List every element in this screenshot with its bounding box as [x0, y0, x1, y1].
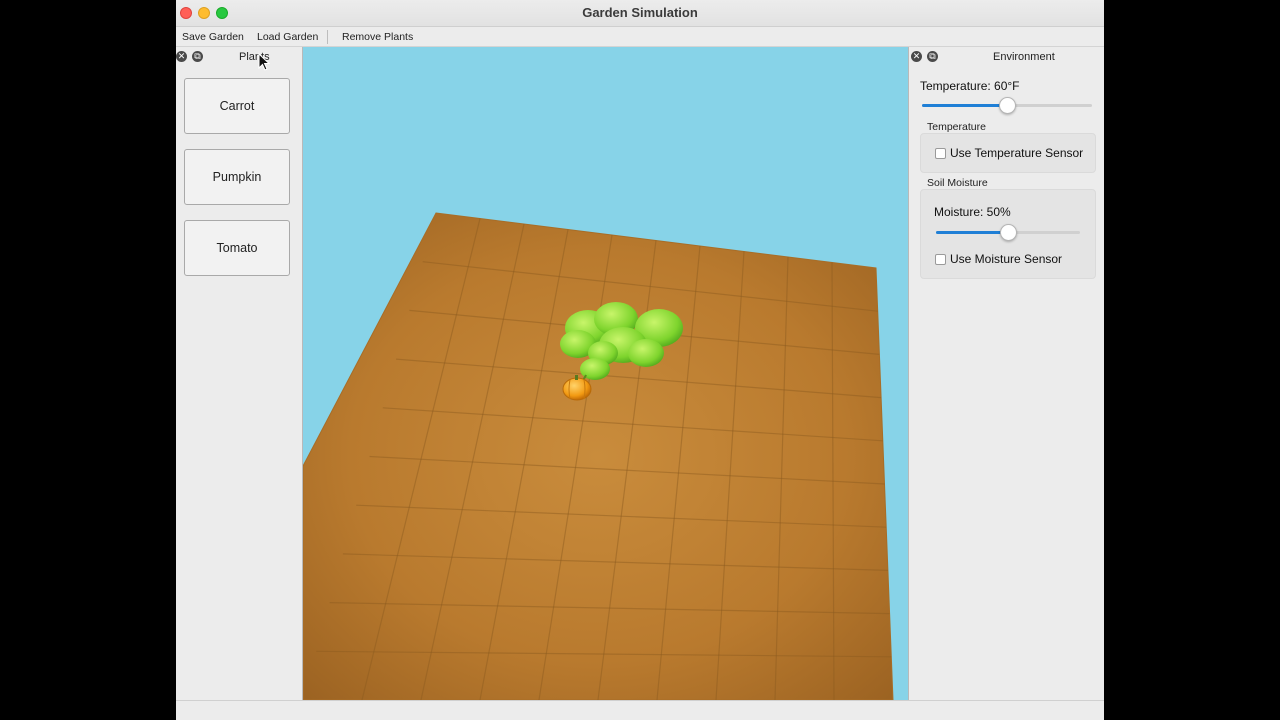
- mouse-cursor-icon: [258, 53, 270, 71]
- temperature-label: Temperature: 60°F: [920, 79, 1020, 93]
- garden-3d-view[interactable]: [303, 47, 908, 700]
- app-window: Garden Simulation Save Garden Load Garde…: [176, 0, 1104, 720]
- environment-panel-title: Environment: [993, 51, 1055, 63]
- plants-panel: ✕ ⧉ Plants Carrot Pumpkin Tomato: [176, 47, 303, 700]
- status-bar: [176, 700, 1104, 720]
- garden-scene-svg: [303, 212, 894, 700]
- tomato-button[interactable]: Tomato: [184, 220, 290, 276]
- environment-panel-header: ✕ ⧉ Environment: [909, 47, 1104, 67]
- soil-moisture-group: Moisture: 50% Use Moisture Sensor: [920, 189, 1096, 279]
- soil-moisture-group-title: Soil Moisture: [927, 177, 988, 189]
- temperature-slider-fill: [922, 104, 1007, 107]
- pumpkin-button[interactable]: Pumpkin: [184, 149, 290, 205]
- temperature-slider-knob[interactable]: [999, 97, 1016, 114]
- soil-ground: [303, 212, 894, 700]
- close-icon[interactable]: ✕: [911, 51, 922, 62]
- temperature-group: Use Temperature Sensor: [920, 133, 1096, 173]
- close-icon[interactable]: ✕: [176, 51, 187, 62]
- use-moisture-sensor-label[interactable]: Use Moisture Sensor: [950, 252, 1062, 266]
- moisture-label: Moisture: 50%: [934, 205, 1011, 219]
- toolbar: Save Garden Load Garden Remove Plants: [176, 27, 1104, 47]
- moisture-slider[interactable]: [936, 224, 1080, 241]
- carrot-button[interactable]: Carrot: [184, 78, 290, 134]
- remove-plants-button[interactable]: Remove Plants: [342, 31, 413, 43]
- load-garden-button[interactable]: Load Garden: [257, 31, 318, 43]
- use-temperature-sensor-checkbox[interactable]: [935, 148, 946, 159]
- temperature-slider[interactable]: [922, 97, 1092, 114]
- moisture-slider-fill: [936, 231, 1008, 234]
- float-icon[interactable]: ⧉: [192, 51, 203, 62]
- plants-panel-header: ✕ ⧉ Plants: [176, 47, 302, 67]
- use-temperature-sensor-label[interactable]: Use Temperature Sensor: [950, 146, 1083, 160]
- save-garden-button[interactable]: Save Garden: [182, 31, 244, 43]
- window-title: Garden Simulation: [582, 5, 698, 20]
- title-bar: Garden Simulation: [176, 0, 1104, 27]
- temperature-group-title: Temperature: [927, 121, 986, 133]
- toolbar-separator: [327, 30, 328, 44]
- use-moisture-sensor-checkbox[interactable]: [935, 254, 946, 265]
- float-icon[interactable]: ⧉: [927, 51, 938, 62]
- moisture-slider-knob[interactable]: [1000, 224, 1017, 241]
- environment-panel: ✕ ⧉ Environment Temperature: 60°F Temper…: [908, 47, 1104, 700]
